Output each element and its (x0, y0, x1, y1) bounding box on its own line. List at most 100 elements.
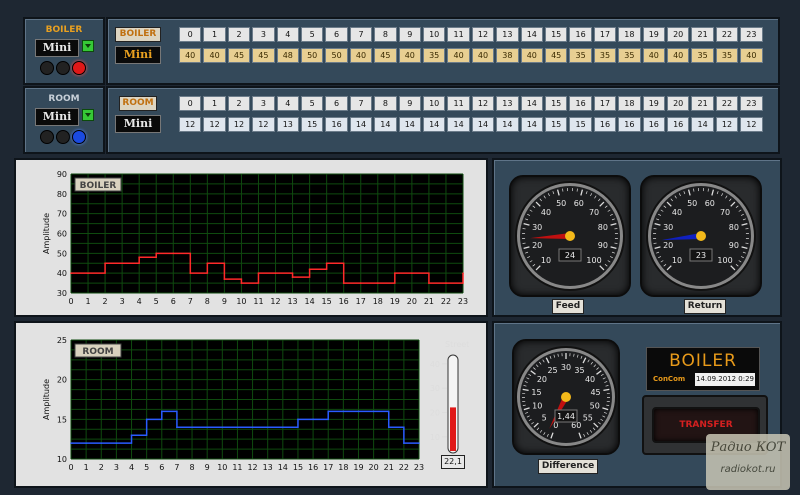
hour-value-cell[interactable]: 45 (252, 48, 275, 63)
room-mode-dropdown-icon[interactable] (82, 109, 94, 121)
hour-label-cell: 3 (252, 96, 275, 111)
hour-value-cell[interactable]: 16 (618, 117, 641, 132)
x-tick-label: 7 (188, 297, 193, 306)
gauge-tick-label: 35 (574, 366, 584, 375)
boiler-group-label: BOILER (45, 25, 83, 35)
y-tick-label: 50 (57, 249, 67, 258)
hour-value-cell[interactable]: 14 (496, 117, 519, 132)
hour-value-cell[interactable]: 12 (740, 117, 763, 132)
hour-value-cell[interactable]: 35 (423, 48, 446, 63)
gauge-tick-label: 10 (532, 402, 542, 411)
hour-label-cell: 22 (715, 27, 739, 42)
hour-value-cell[interactable]: 35 (691, 48, 714, 63)
hour-value-cell[interactable]: 40 (471, 48, 495, 63)
hour-value-cell[interactable]: 40 (740, 48, 763, 63)
hour-value-cell[interactable]: 16 (642, 117, 665, 132)
watermark-line-1: Радио КОТ (710, 440, 786, 455)
hour-value-cell[interactable]: 16 (593, 117, 617, 132)
hour-value-cell[interactable]: 40 (398, 48, 421, 63)
y-tick-label: 10 (57, 455, 67, 464)
x-tick-label: 1 (85, 297, 90, 306)
hour-value-cell[interactable]: 14 (520, 117, 543, 132)
hour-value-cell[interactable]: 14 (349, 117, 373, 132)
hour-value-cell[interactable]: 38 (496, 48, 519, 63)
hour-value-cell[interactable]: 12 (715, 117, 739, 132)
hour-label-cell: 17 (593, 96, 617, 111)
x-tick-label: 1 (84, 463, 89, 472)
x-tick-label: 4 (129, 463, 134, 472)
hour-value-cell[interactable]: 14 (471, 117, 495, 132)
hour-value-cell[interactable]: 50 (301, 48, 324, 63)
hour-value-cell[interactable]: 35 (569, 48, 592, 63)
data-point (462, 272, 464, 274)
x-tick-label: 15 (322, 297, 332, 306)
x-tick-label: 19 (390, 297, 400, 306)
hour-label-cell: 7 (349, 27, 373, 42)
hour-value-cell[interactable]: 35 (593, 48, 617, 63)
data-point (121, 262, 123, 265)
temperature-gauges-panel: 10 20 30 40 50 60 70 80 90 100 24 Feed 10 20 30 40 50 6… (492, 158, 782, 317)
x-tick-label: 9 (222, 297, 227, 306)
x-tick-label: 2 (103, 297, 108, 306)
data-point (115, 442, 118, 444)
hour-value-cell[interactable]: 40 (667, 48, 690, 63)
boiler-mode-select[interactable]: Mini (35, 39, 79, 57)
data-point (376, 282, 379, 284)
hour-value-cell[interactable]: 40 (203, 48, 226, 63)
x-tick-label: 4 (137, 297, 142, 306)
hour-value-cell[interactable]: 35 (618, 48, 641, 63)
gauge-tick-label: 100 (586, 256, 601, 265)
hour-value-cell[interactable]: 40 (179, 48, 202, 63)
hour-label-cell: 15 (545, 96, 568, 111)
hour-value-cell[interactable]: 45 (227, 48, 251, 63)
boiler-chart: 304050607080900 1 2 3 4 5 6 7 8 9 10 11 12 13 14 15 16 17… (16, 160, 486, 315)
gauge-tick-label: 50 (556, 199, 566, 208)
hour-value-cell[interactable]: 40 (349, 48, 373, 63)
hour-value-cell[interactable]: 50 (325, 48, 348, 63)
hour-value-cell[interactable]: 14 (423, 117, 446, 132)
hour-value-cell[interactable]: 12 (252, 117, 275, 132)
hour-value-cell[interactable]: 35 (715, 48, 739, 63)
hour-value-cell[interactable]: 40 (642, 48, 665, 63)
hour-value-cell[interactable]: 40 (447, 48, 470, 63)
hour-value-cell[interactable]: 48 (276, 48, 299, 63)
data-point (176, 426, 178, 429)
x-tick-label: 13 (287, 297, 297, 306)
x-tick-label: 22 (441, 297, 451, 306)
boiler-mode-dropdown-icon[interactable] (82, 40, 94, 52)
hour-value-cell[interactable]: 14 (447, 117, 470, 132)
y-tick-label: 30 (57, 289, 67, 298)
x-tick-label: 5 (154, 297, 159, 306)
thermometer-tick-label: 20 (430, 409, 440, 418)
hour-value-cell[interactable]: 40 (520, 48, 543, 63)
hour-value-cell[interactable]: 16 (325, 117, 348, 132)
hour-value-cell[interactable]: 14 (398, 117, 421, 132)
hour-label-cell: 14 (520, 96, 543, 111)
brand-title: BOILER (669, 351, 737, 371)
hour-value-cell[interactable]: 14 (691, 117, 714, 132)
hour-value-cell[interactable]: 15 (569, 117, 592, 132)
gauge-tick-label: 5 (542, 414, 547, 423)
data-point (189, 272, 192, 274)
hour-label-cell: 17 (593, 27, 617, 42)
x-tick-label: 16 (308, 463, 318, 472)
hour-value-cell[interactable]: 12 (203, 117, 226, 132)
hour-value-cell[interactable]: 45 (374, 48, 397, 63)
hour-value-cell[interactable]: 13 (276, 117, 299, 132)
hour-value-cell[interactable]: 15 (545, 117, 568, 132)
hour-value-cell[interactable]: 12 (227, 117, 251, 132)
hour-value-cell[interactable]: 15 (301, 117, 324, 132)
boiler-control-panel: BOILER Mini (23, 17, 105, 85)
datetime-display: 14.09.2012 0:29 (695, 373, 755, 386)
hour-value-cell[interactable]: 12 (179, 117, 202, 132)
x-tick-label: 22 (399, 463, 409, 472)
thermometer-tick-label: 40 (430, 360, 440, 369)
gauge-tick-label: 90 (598, 241, 608, 250)
hour-value-cell[interactable]: 14 (374, 117, 397, 132)
hour-value-cell[interactable]: 16 (667, 117, 690, 132)
hour-label-cell: 11 (447, 96, 470, 111)
data-point (155, 252, 158, 255)
room-mode-select[interactable]: Mini (35, 108, 79, 126)
hour-value-cell[interactable]: 45 (545, 48, 568, 63)
gauge-tick-label: 25 (547, 366, 557, 375)
